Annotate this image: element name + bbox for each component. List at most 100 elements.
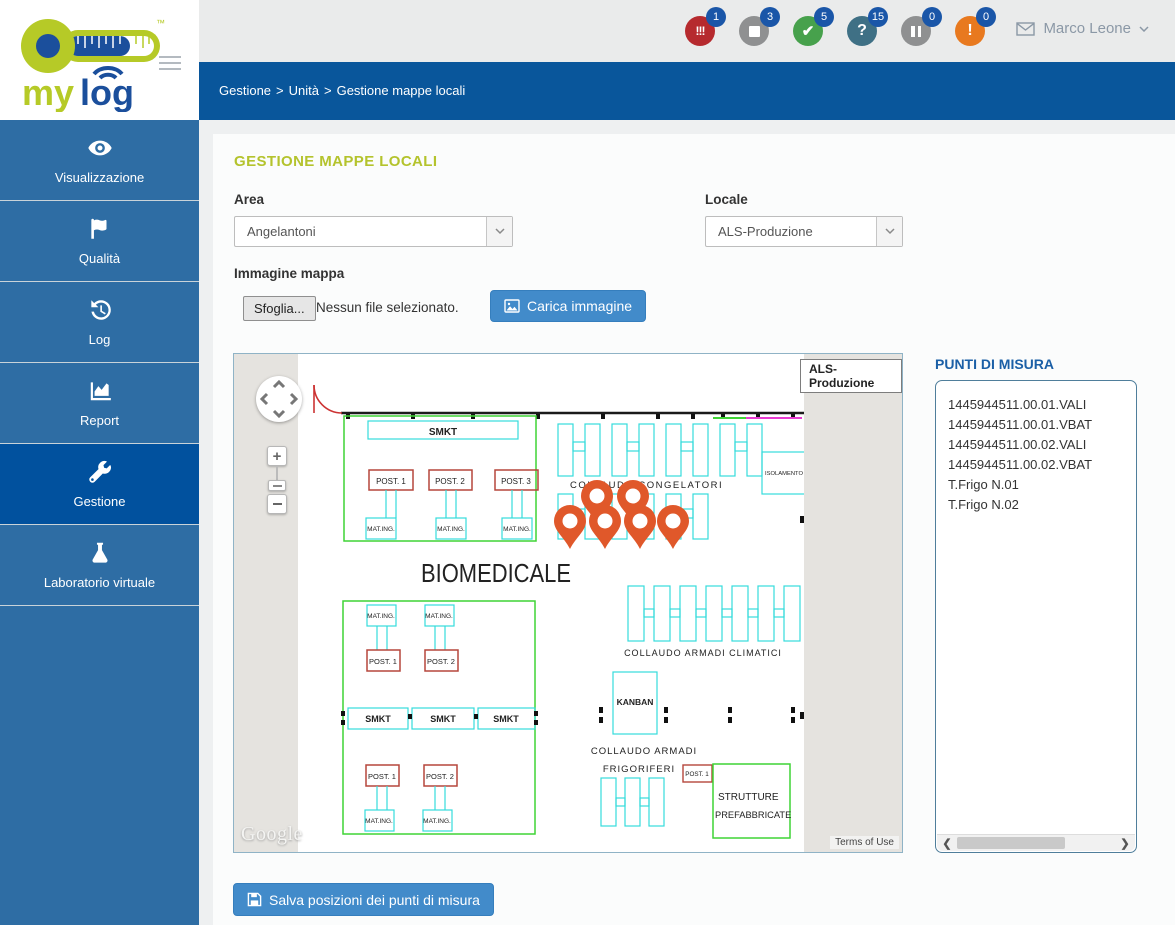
collaudo-armadi-label: COLLAUDO ARMADI xyxy=(591,746,697,757)
badge-count: 0 xyxy=(922,7,942,27)
scroll-left-arrow[interactable]: ❮ xyxy=(939,835,955,851)
sidebar-item-label: Qualità xyxy=(78,251,121,266)
post2-label: POST. 2 xyxy=(427,657,455,666)
mating-label: MAT.ING. xyxy=(425,613,453,620)
list-item[interactable]: 1445944511.00.01.VBAT xyxy=(948,415,1136,435)
breadcrumb: Gestione > Unità > Gestione mappe locali xyxy=(199,62,1175,120)
breadcrumb-gestione[interactable]: Gestione xyxy=(219,83,271,98)
flag-icon xyxy=(90,218,106,239)
list-item[interactable]: T.Frigo N.01 xyxy=(948,475,1136,495)
breadcrumb-separator: > xyxy=(324,83,332,98)
logo-tm: ™ xyxy=(156,18,165,28)
logo-box: ™ my log xyxy=(0,0,199,120)
badge-unknown[interactable]: ? 15 xyxy=(847,7,888,46)
connector-lines xyxy=(385,490,523,518)
area-chart-icon xyxy=(90,382,111,401)
save-positions-button[interactable]: Salva posizioni dei punti di misura xyxy=(233,883,494,916)
sidebar-item-qualita[interactable]: Qualità xyxy=(0,201,199,282)
mating-label: MAT.ING. xyxy=(437,526,465,533)
sidebar-item-label: Report xyxy=(79,413,120,428)
zoom-out-button[interactable] xyxy=(267,494,287,514)
badge-critical[interactable]: !!! 1 xyxy=(685,7,726,46)
locale-select[interactable]: ALS-Produzione xyxy=(705,216,903,247)
measure-point-pin[interactable] xyxy=(624,505,656,549)
list-item[interactable]: T.Frigo N.02 xyxy=(948,495,1136,515)
mylog-logo-icon: ™ my log xyxy=(21,18,165,113)
sidebar-item-log[interactable]: Log xyxy=(0,282,199,363)
sidebar-item-label: Laboratorio virtuale xyxy=(43,575,156,590)
page-title: GESTIONE MAPPE LOCALI xyxy=(234,153,438,170)
map-locale-label: ALS-Produzione xyxy=(800,359,902,393)
envelope-icon xyxy=(1016,21,1036,36)
image-icon xyxy=(504,299,520,313)
badge-paused[interactable]: 0 xyxy=(901,7,942,46)
eye-icon xyxy=(87,140,112,156)
horizontal-scrollbar[interactable]: ❮ ❯ xyxy=(937,834,1135,851)
badge-count: 1 xyxy=(706,7,726,27)
terms-of-use-link[interactable]: Terms of Use xyxy=(830,836,899,849)
browse-button[interactable]: Sfoglia... xyxy=(243,296,316,321)
zoom-in-button[interactable]: + xyxy=(267,446,287,466)
upload-image-button[interactable]: Carica immagine xyxy=(490,290,647,322)
save-positions-label: Salva posizioni dei punti di misura xyxy=(269,891,480,908)
map-canvas[interactable]: SMKT POST. 1 POST. 2 POST. 3 MAT.ING. MA… xyxy=(233,353,903,853)
wrench-icon xyxy=(88,460,111,483)
hamburger-menu-icon[interactable] xyxy=(159,52,181,74)
mating-label: MAT.ING. xyxy=(503,526,531,533)
zoom-slider-thumb[interactable] xyxy=(268,480,286,491)
breadcrumb-separator: > xyxy=(276,83,284,98)
door-arc xyxy=(313,384,343,414)
badge-count: 0 xyxy=(976,7,996,27)
sidebar-item-laboratorio-virtuale[interactable]: Laboratorio virtuale xyxy=(0,525,199,606)
kanban-label: KANBAN xyxy=(617,697,654,707)
breadcrumb-current: Gestione mappe locali xyxy=(336,83,466,98)
map-zoom-control: + xyxy=(267,446,287,514)
user-menu[interactable]: Marco Leone xyxy=(1016,20,1149,37)
locale-label: Locale xyxy=(705,192,748,207)
measure-point-pin[interactable] xyxy=(589,505,621,549)
no-file-text: Nessun file selezionato. xyxy=(316,300,459,315)
logo-log-text: log xyxy=(80,72,134,112)
list-item[interactable]: 1445944511.00.01.VALI xyxy=(948,395,1136,415)
smkt-label: SMKT xyxy=(430,714,456,724)
smkt-label: SMKT xyxy=(429,427,457,438)
upload-image-label: Carica immagine xyxy=(527,298,633,314)
sidebar: Visualizzazione Qualità Log Report Gesti… xyxy=(0,120,199,925)
main-content: GESTIONE MAPPE LOCALI Area Angelantoni L… xyxy=(199,120,1175,925)
list-item[interactable]: 1445944511.00.02.VALI xyxy=(948,435,1136,455)
post1-label: POST. 1 xyxy=(685,771,709,778)
zoom-slider-track[interactable] xyxy=(276,466,278,480)
google-watermark: Google xyxy=(241,823,303,845)
badge-stopped[interactable]: 3 xyxy=(739,7,780,46)
measure-point-pin[interactable] xyxy=(554,505,586,549)
mylog-logo: ™ my log xyxy=(18,8,168,117)
alignment-marks xyxy=(599,707,805,723)
edge-mark xyxy=(800,516,805,523)
scrollbar-thumb[interactable] xyxy=(957,837,1065,849)
area-select[interactable]: Angelantoni xyxy=(234,216,513,247)
breadcrumb-unita[interactable]: Unità xyxy=(289,83,319,98)
status-badges: !!! 1 3 ✔ 5 ? 15 0 ! 0 xyxy=(685,7,996,46)
collaudo-climatici-label: COLLAUDO ARMADI CLIMATICI xyxy=(624,648,782,658)
floor-plan-drawing: SMKT POST. 1 POST. 2 POST. 3 MAT.ING. MA… xyxy=(313,384,807,839)
punti-di-misura-title: PUNTI DI MISURA xyxy=(935,356,1054,372)
sidebar-item-report[interactable]: Report xyxy=(0,363,199,444)
topbar: !!! 1 3 ✔ 5 ? 15 0 ! 0 Marco Leone xyxy=(199,0,1175,62)
mating-label: MAT.ING. xyxy=(367,526,395,533)
scroll-right-arrow[interactable]: ❯ xyxy=(1117,835,1133,851)
post2-label: POST. 2 xyxy=(435,477,465,486)
badge-warning[interactable]: ! 0 xyxy=(955,7,996,46)
area-select-value: Angelantoni xyxy=(247,224,316,239)
badge-ok[interactable]: ✔ 5 xyxy=(793,7,834,46)
logo-my-text: my xyxy=(22,72,74,112)
mating-label: MAT.ING. xyxy=(365,818,393,825)
sidebar-item-gestione[interactable]: Gestione xyxy=(0,444,199,525)
strutture-label: STRUTTURE xyxy=(718,792,779,803)
list-item[interactable]: 1445944511.00.02.VBAT xyxy=(948,455,1136,475)
measure-point-pin[interactable] xyxy=(657,505,689,549)
sidebar-item-visualizzazione[interactable]: Visualizzazione xyxy=(0,120,199,201)
locale-select-value: ALS-Produzione xyxy=(718,224,813,239)
chevron-down-icon xyxy=(1139,25,1149,32)
map-pan-control[interactable] xyxy=(256,376,302,422)
punti-di-misura-panel: 1445944511.00.01.VALI 1445944511.00.01.V… xyxy=(935,380,1137,853)
